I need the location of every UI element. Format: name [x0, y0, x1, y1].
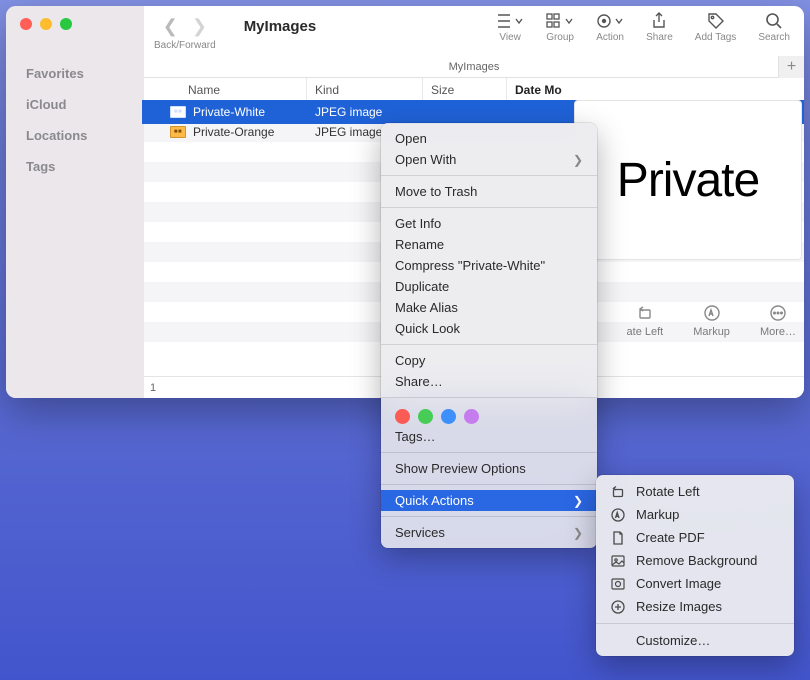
markup-icon: [610, 507, 626, 523]
new-tab-button[interactable]: +: [778, 56, 804, 78]
tag-color-purple[interactable]: [464, 409, 479, 424]
toolbar-share-label: Share: [646, 32, 673, 43]
chevron-right-icon: ❯: [573, 526, 583, 540]
toolbar-view[interactable]: View: [496, 12, 524, 43]
toolbar: ❮ ❯ Back/Forward MyImages View Group Act…: [144, 6, 804, 56]
window-traffic-lights: [6, 18, 144, 30]
toolbar-view-label: View: [499, 32, 521, 43]
tag-color-blue[interactable]: [441, 409, 456, 424]
sidebar-section-locations[interactable]: Locations: [6, 120, 144, 151]
toolbar-action[interactable]: Action: [596, 12, 624, 43]
ctx-rename[interactable]: Rename: [381, 234, 597, 255]
chevron-right-icon: ❯: [573, 153, 583, 167]
file-name: Private-Orange: [193, 125, 274, 139]
ctx-duplicate[interactable]: Duplicate: [381, 276, 597, 297]
ctx-share[interactable]: Share…: [381, 371, 597, 392]
qa-markup[interactable]: Markup: [596, 503, 794, 526]
preview-pane: Private ate Left Markup More…: [574, 100, 802, 338]
ctx-show-preview-options[interactable]: Show Preview Options: [381, 458, 597, 479]
document-icon: [610, 530, 626, 546]
toolbar-group-label: Group: [546, 32, 574, 43]
remove-background-icon: [610, 553, 626, 569]
list-header: Name Kind Size Date Mo: [144, 78, 804, 102]
preview-image: Private: [574, 100, 802, 260]
tab-bar: MyImages +: [144, 56, 804, 78]
ctx-quick-look[interactable]: Quick Look: [381, 318, 597, 339]
preview-action-markup[interactable]: Markup: [693, 304, 730, 338]
menu-separator: [381, 397, 597, 398]
menu-separator: [381, 452, 597, 453]
toolbar-search[interactable]: Search: [758, 12, 790, 43]
close-window-button[interactable]: [20, 18, 32, 30]
tag-color-green[interactable]: [418, 409, 433, 424]
back-forward-group: ❮ ❯ Back/Forward: [154, 12, 216, 51]
zoom-window-button[interactable]: [60, 18, 72, 30]
ctx-move-to-trash[interactable]: Move to Trash: [381, 181, 597, 202]
menu-separator: [381, 207, 597, 208]
forward-button[interactable]: ❯: [192, 16, 207, 37]
qa-resize-images[interactable]: Resize Images: [596, 595, 794, 618]
menu-separator: [381, 344, 597, 345]
menu-separator: [596, 623, 794, 624]
sidebar-section-icloud[interactable]: iCloud: [6, 89, 144, 120]
column-kind[interactable]: Kind: [307, 78, 423, 101]
sidebar: Favorites iCloud Locations Tags: [6, 6, 144, 398]
ctx-open-with[interactable]: Open With❯: [381, 149, 597, 170]
menu-separator: [381, 175, 597, 176]
rotate-left-icon: [610, 484, 626, 500]
back-button[interactable]: ❮: [163, 16, 178, 37]
column-name[interactable]: Name: [144, 78, 307, 101]
ctx-compress[interactable]: Compress "Private-White": [381, 255, 597, 276]
column-date-modified[interactable]: Date Mo: [507, 78, 804, 101]
toolbar-action-label: Action: [596, 32, 624, 43]
minimize-window-button[interactable]: [40, 18, 52, 30]
qa-create-pdf[interactable]: Create PDF: [596, 526, 794, 549]
toolbar-share[interactable]: Share: [646, 12, 673, 43]
toolbar-add-tags[interactable]: Add Tags: [695, 12, 737, 43]
tab-current[interactable]: MyImages: [449, 61, 500, 73]
tag-color-red[interactable]: [395, 409, 410, 424]
ctx-open[interactable]: Open: [381, 128, 597, 149]
ctx-copy[interactable]: Copy: [381, 350, 597, 371]
toolbar-search-label: Search: [758, 32, 790, 43]
ctx-tag-colors: [381, 403, 597, 426]
quick-actions-submenu: Rotate Left Markup Create PDF Remove Bac…: [596, 475, 794, 656]
ctx-tags[interactable]: Tags…: [381, 426, 597, 447]
sidebar-section-favorites[interactable]: Favorites: [6, 58, 144, 89]
ctx-get-info[interactable]: Get Info: [381, 213, 597, 234]
preview-action-rotate-left[interactable]: ate Left: [627, 304, 664, 338]
preview-action-label: Markup: [693, 326, 730, 338]
sidebar-section-tags[interactable]: Tags: [6, 151, 144, 182]
qa-convert-image[interactable]: Convert Image: [596, 572, 794, 595]
column-size[interactable]: Size: [423, 78, 507, 101]
file-kind: JPEG image: [307, 105, 423, 119]
resize-icon: [610, 599, 626, 615]
menu-separator: [381, 516, 597, 517]
preview-text: Private: [617, 153, 759, 208]
toolbar-add-tags-label: Add Tags: [695, 32, 737, 43]
menu-separator: [381, 484, 597, 485]
image-file-icon: ■■: [170, 106, 186, 118]
convert-image-icon: [610, 576, 626, 592]
qa-customize[interactable]: Customize…: [596, 629, 794, 651]
preview-action-more[interactable]: More…: [760, 304, 796, 338]
ctx-make-alias[interactable]: Make Alias: [381, 297, 597, 318]
qa-rotate-left[interactable]: Rotate Left: [596, 480, 794, 503]
file-name: Private-White: [193, 105, 265, 119]
preview-quick-actions: ate Left Markup More…: [574, 304, 802, 338]
qa-remove-background[interactable]: Remove Background: [596, 549, 794, 572]
item-count: 1: [150, 382, 156, 394]
ctx-quick-actions[interactable]: Quick Actions❯: [381, 490, 597, 511]
image-file-icon: ■■: [170, 126, 186, 138]
window-title: MyImages: [244, 12, 317, 35]
chevron-right-icon: ❯: [573, 494, 583, 508]
back-forward-label: Back/Forward: [154, 40, 216, 51]
context-menu: Open Open With❯ Move to Trash Get Info R…: [381, 123, 597, 548]
preview-action-label: ate Left: [627, 326, 664, 338]
preview-action-label: More…: [760, 326, 796, 338]
toolbar-group[interactable]: Group: [546, 12, 574, 43]
ctx-services[interactable]: Services❯: [381, 522, 597, 543]
